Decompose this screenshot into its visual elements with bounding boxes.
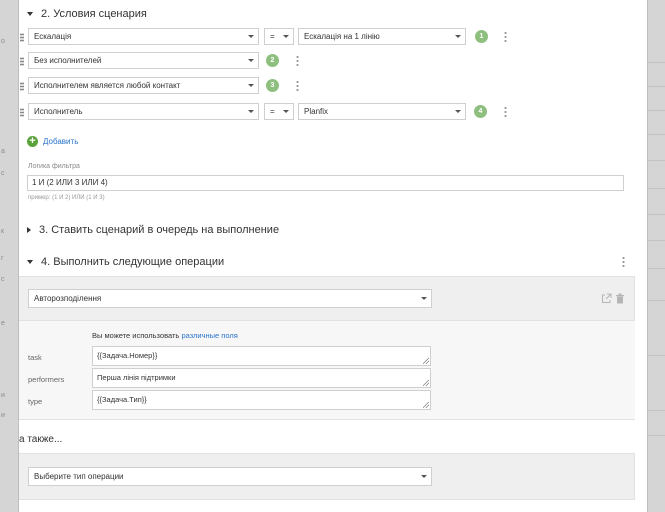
select-value: Исполнитель — [34, 107, 83, 116]
select-value: Ескалація — [34, 32, 72, 41]
select-value: Без исполнителей — [34, 56, 102, 65]
section-4-header[interactable]: 4. Выполнить следующие операции — [27, 256, 224, 268]
condition-number-badge: 2 — [266, 54, 279, 67]
bg-glyph: с — [1, 276, 5, 283]
background-left-strip: о а с к г с е и и — [0, 0, 18, 512]
filter-logic-hint: пример: (1 И 2) ИЛИ (1 И 3) — [28, 195, 105, 201]
kebab-menu-icon[interactable] — [622, 256, 625, 267]
operation-select[interactable]: Авторозподілення — [28, 289, 432, 308]
condition-value-select[interactable]: Ескалація на 1 лінію — [298, 28, 466, 45]
condition-operator-select[interactable]: = — [264, 28, 294, 45]
select-value: Ескалація на 1 лінію — [304, 32, 380, 41]
param-task-textarea[interactable]: {{Задача.Номер}} — [92, 346, 431, 366]
drag-handle-icon[interactable] — [20, 108, 24, 117]
condition-field-select[interactable]: Исполнителем является любой контакт — [28, 77, 259, 94]
also-label: а также... — [19, 434, 63, 445]
condition-value-select[interactable]: Planfix — [298, 103, 466, 120]
select-value: Planfix — [304, 107, 329, 116]
filter-logic-input[interactable]: 1 И (2 ИЛИ 3 ИЛИ 4) — [27, 175, 624, 191]
chevron-down-icon — [248, 110, 254, 113]
bg-glyph: о — [1, 38, 5, 45]
add-condition-button[interactable]: + Добавить — [27, 136, 78, 147]
kebab-menu-icon[interactable] — [504, 31, 507, 42]
chevron-down-icon — [283, 110, 289, 113]
chevron-down-icon — [421, 297, 427, 300]
param-value: {{Задача.Тип}} — [97, 395, 147, 404]
chevron-down-icon — [248, 59, 254, 62]
section-title: 4. Выполнить следующие операции — [41, 256, 225, 268]
resize-grip-icon[interactable] — [423, 380, 429, 386]
select-value: Выберите тип операции — [34, 472, 124, 481]
select-value: Авторозподілення — [34, 294, 102, 303]
bg-glyph: и — [1, 412, 5, 419]
section-title: 3. Ставить сценарий в очередь на выполне… — [39, 224, 280, 236]
chevron-down-icon — [455, 110, 461, 113]
chevron-down-icon — [455, 35, 461, 38]
condition-field-select[interactable]: Исполнитель — [28, 103, 259, 120]
kebab-menu-icon[interactable] — [504, 106, 507, 117]
bg-glyph: с — [1, 170, 5, 177]
filter-logic-label: Логика фильтра — [28, 163, 80, 170]
section-2-header[interactable]: 2. Условия сценария — [27, 8, 147, 20]
background-right-strip — [648, 0, 665, 512]
chevron-down-icon — [248, 84, 254, 87]
fields-link[interactable]: различные поля — [181, 331, 237, 340]
select-value: = — [270, 107, 275, 116]
chevron-down-icon — [283, 35, 289, 38]
param-type-textarea[interactable]: {{Задача.Тип}} — [92, 390, 431, 410]
param-value: {{Задача.Номер}} — [97, 351, 158, 360]
caret-down-icon — [27, 12, 33, 16]
plus-icon: + — [27, 136, 38, 147]
drag-handle-icon[interactable] — [20, 33, 24, 42]
scenario-editor-panel: 2. Условия сценария Ескалація = Ескалаці… — [18, 0, 648, 512]
condition-operator-select[interactable]: = — [264, 103, 294, 120]
chevron-down-icon — [421, 475, 427, 478]
resize-grip-icon[interactable] — [423, 402, 429, 408]
condition-field-select[interactable]: Без исполнителей — [28, 52, 259, 69]
caret-down-icon — [27, 260, 33, 264]
param-value: Перша лінія підтримки — [97, 373, 176, 382]
param-label: type — [28, 397, 43, 406]
section-3-header[interactable]: 3. Ставить сценарий в очередь на выполне… — [27, 224, 279, 236]
kebab-menu-icon[interactable] — [296, 55, 299, 66]
drag-handle-icon[interactable] — [20, 82, 24, 91]
select-value: Исполнителем является любой контакт — [34, 81, 181, 90]
resize-grip-icon[interactable] — [423, 358, 429, 364]
operation-type-select[interactable]: Выберите тип операции — [28, 467, 432, 486]
bg-glyph: е — [1, 320, 5, 327]
fields-hint: Вы можете использовать различные поля — [92, 331, 238, 340]
param-performers-textarea[interactable]: Перша лінія підтримки — [92, 368, 431, 388]
section-title: 2. Условия сценария — [41, 8, 147, 20]
param-label: task — [28, 353, 42, 362]
drag-handle-icon[interactable] — [20, 57, 24, 66]
condition-number-badge: 4 — [474, 105, 487, 118]
bg-glyph: и — [1, 392, 5, 399]
trash-icon[interactable] — [615, 293, 625, 304]
bg-glyph: к — [1, 228, 5, 235]
condition-field-select[interactable]: Ескалація — [28, 28, 259, 45]
add-condition-label: Добавить — [43, 137, 79, 146]
bg-glyph: а — [1, 148, 5, 155]
fields-hint-prefix: Вы можете использовать — [92, 331, 180, 340]
external-link-icon[interactable] — [601, 293, 612, 304]
kebab-menu-icon[interactable] — [296, 80, 299, 91]
condition-number-badge: 1 — [475, 30, 488, 43]
caret-right-icon — [27, 227, 31, 233]
select-value: = — [270, 32, 275, 41]
param-label: performers — [28, 375, 65, 384]
condition-number-badge: 3 — [266, 79, 279, 92]
bg-glyph: г — [1, 255, 4, 262]
chevron-down-icon — [248, 35, 254, 38]
